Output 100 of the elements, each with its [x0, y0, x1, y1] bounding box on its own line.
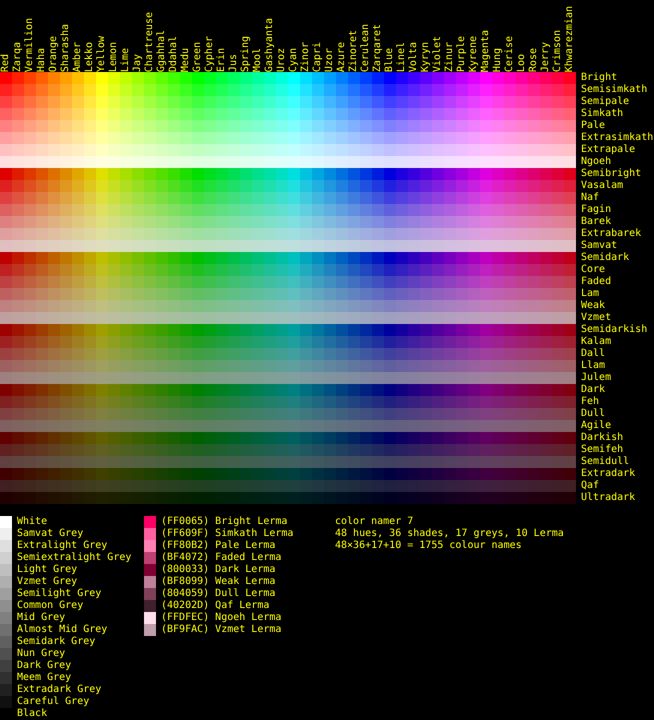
shade-name: Semifeh: [580, 444, 624, 456]
hue-name: Hung: [492, 48, 504, 72]
color-name: Semidark Grey: [16, 636, 96, 648]
shade-name: Agile: [580, 420, 612, 432]
hue-name: Jay: [132, 54, 144, 72]
shade-name: Bright: [580, 72, 618, 84]
shade-name: Darkish: [580, 432, 624, 444]
hue-name: Haha: [36, 48, 48, 72]
color-name: Semiextralight Grey: [16, 552, 132, 564]
shade-name: Core: [580, 264, 606, 276]
color-name: Light Grey: [16, 564, 78, 576]
hue-name: Rose: [528, 48, 540, 72]
color-name: Black: [16, 708, 48, 720]
info-text: 48×36+17+10 = 1755 colour names: [334, 540, 522, 552]
hue-name: Medu: [180, 48, 192, 72]
hue-name: Zarqaret: [372, 24, 384, 72]
shade-name: Kalam: [580, 336, 612, 348]
hue-name: Spring: [240, 36, 252, 72]
color-name: Dark Grey: [16, 660, 72, 672]
hue-name: Orange: [48, 36, 60, 72]
color-name: Meem Grey: [16, 672, 72, 684]
shade-name: Semipale: [580, 96, 630, 108]
hue-name: Chartreuse: [144, 12, 156, 72]
lerma-name: (BF8099) Weak Lerma: [160, 576, 276, 588]
hue-name: Linel: [396, 42, 408, 72]
hue-name: Volta: [408, 42, 420, 72]
info-text: color namer 7: [334, 516, 414, 528]
hue-name: Erin: [216, 48, 228, 72]
shade-name: Fagin: [580, 204, 612, 216]
hue-name: Kyrene: [468, 36, 480, 72]
hue-name: Loo: [516, 54, 528, 72]
lerma-name: (800033) Dark Lerma: [160, 564, 276, 576]
shade-name: Vzmet: [580, 312, 612, 324]
shade-name: Semibright: [580, 168, 642, 180]
color-name: Vzmet Grey: [16, 576, 78, 588]
hue-name: Ddahal: [168, 36, 180, 72]
hue-name: Gashyanta: [264, 18, 276, 72]
hue-name: Jus: [228, 54, 240, 72]
shade-name: Faded: [580, 276, 612, 288]
shade-name: Qaf: [580, 480, 600, 492]
hue-name: Sharasha: [60, 24, 72, 72]
hue-name: Cypher: [204, 36, 216, 72]
color-name: Almost Mid Grey: [16, 624, 108, 636]
lerma-name: (40202D) Qaf Lerma: [160, 600, 270, 612]
hue-name: Khwarezmian: [564, 6, 576, 72]
shade-name: Simkath: [580, 108, 624, 120]
hue-name: Jerry: [540, 42, 552, 72]
lerma-name: (FF80B2) Pale Lerma: [160, 540, 276, 552]
hue-name: Purple: [456, 36, 468, 72]
hue-name: Uzor: [324, 48, 336, 72]
shade-name: Weak: [580, 300, 606, 312]
shade-name: Pale: [580, 120, 606, 132]
hue-name: Kyryn: [420, 42, 432, 72]
hue-name: Magenta: [480, 30, 492, 72]
lerma-name: (804059) Dull Lerma: [160, 588, 276, 600]
hue-name: Lime: [120, 48, 132, 72]
hue-name: Cyan: [288, 48, 300, 72]
lerma-name: (FF609F) Simkath Lerma: [160, 528, 294, 540]
hue-name: Cerulean: [360, 24, 372, 72]
hue-name: Blue: [384, 48, 396, 72]
shade-name: Extrabarek: [580, 228, 642, 240]
lerma-name: (BF4072) Faded Lerma: [160, 552, 282, 564]
info-text: 48 hues, 36 shades, 17 greys, 10 Lerma: [334, 528, 564, 540]
shade-name: Dall: [580, 348, 606, 360]
shade-name: Samvat: [580, 240, 618, 252]
shade-name: Semidull: [580, 456, 630, 468]
lerma-name: (BF9FAC) Vzmet Lerma: [160, 624, 282, 636]
shade-name: Lam: [580, 288, 600, 300]
hue-name: Ggahhal: [156, 30, 168, 72]
color-name: Mid Grey: [16, 612, 66, 624]
hue-name: Mool: [252, 48, 264, 72]
hue-name: Crimson: [552, 30, 564, 72]
hue-name: Lemon: [108, 42, 120, 72]
color-name: White: [16, 516, 48, 528]
shade-name: Ultradark: [580, 492, 636, 504]
hue-name: Zarqa: [12, 42, 24, 72]
color-name: Careful Grey: [16, 696, 90, 708]
color-name: Samvat Grey: [16, 528, 84, 540]
hue-name: Violet: [432, 36, 444, 72]
color-name: Semilight Grey: [16, 588, 102, 600]
hue-name: Green: [192, 42, 204, 72]
hue-name: Capri: [312, 42, 324, 72]
hue-name: Amber: [72, 42, 84, 72]
shade-name: Semidarkish: [580, 324, 648, 336]
shade-name: Dark: [580, 384, 606, 396]
shade-name: Semidark: [580, 252, 630, 264]
shade-name: Semisimkath: [580, 84, 648, 96]
shade-name: Naf: [580, 192, 600, 204]
shade-name: Barek: [580, 216, 612, 228]
hue-name: Yellow: [96, 36, 108, 72]
color-name: Common Grey: [16, 600, 84, 612]
color-name: Extradark Grey: [16, 684, 102, 696]
shade-name: Extradark: [580, 468, 636, 480]
hue-name: Uroz: [276, 48, 288, 72]
shade-name: Extrapale: [580, 144, 636, 156]
shade-name: Vasalam: [580, 180, 624, 192]
shade-name: Feh: [580, 396, 600, 408]
hue-name: Azure: [336, 42, 348, 72]
lerma-name: (FF0065) Bright Lerma: [160, 516, 288, 528]
color-name: Nun Grey: [16, 648, 66, 660]
